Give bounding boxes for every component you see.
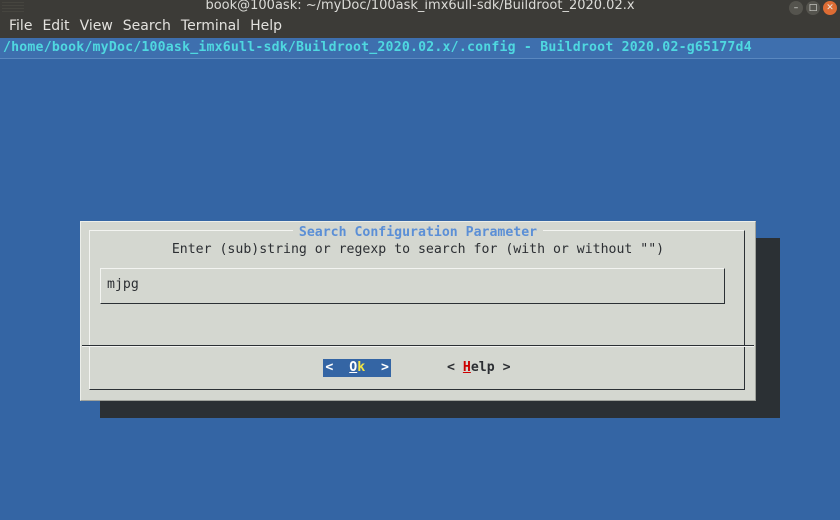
window-title: book@100ask: ~/myDoc/100ask_imx6ull-sdk/… — [205, 0, 635, 13]
ok-spacer — [333, 360, 349, 375]
help-label-rest: elp — [470, 360, 495, 375]
ok-close-bracket: > — [381, 360, 389, 375]
close-icon: ✕ — [826, 2, 834, 13]
close-button[interactable]: ✕ — [823, 0, 837, 15]
help-spacer-right — [495, 360, 503, 375]
dialog-prompt-text: Enter (sub)string or regexp to search fo… — [171, 242, 665, 257]
menuconfig-header-bar: /home/book/myDoc/100ask_imx6ull-sdk/Buil… — [0, 38, 840, 59]
menu-item-terminal[interactable]: Terminal — [180, 17, 249, 36]
search-input[interactable]: mjpg — [100, 268, 725, 304]
ok-button[interactable]: < Ok > — [323, 359, 391, 377]
dialog-separator — [82, 345, 754, 347]
search-input-value: mjpg — [107, 277, 139, 292]
menu-item-edit[interactable]: Edit — [41, 17, 78, 36]
window-controls: – □ ✕ — [789, 0, 837, 15]
search-configuration-dialog: Search Configuration Parameter Enter (su… — [80, 221, 756, 401]
menu-item-view[interactable]: View — [79, 17, 122, 36]
maximize-icon: □ — [808, 2, 818, 13]
dialog-title: Search Configuration Parameter — [81, 224, 755, 240]
help-spacer — [455, 360, 463, 375]
menubar: File Edit View Search Terminal Help — [0, 15, 840, 38]
minimize-button[interactable]: – — [789, 0, 803, 15]
dialog-title-text: Search Configuration Parameter — [292, 225, 544, 240]
ok-spacer-right — [365, 360, 381, 375]
menuconfig-screen: /home/book/myDoc/100ask_imx6ull-sdk/Buil… — [0, 38, 840, 520]
help-open-bracket: < — [447, 360, 455, 375]
maximize-button[interactable]: □ — [806, 0, 820, 15]
help-accel-char: H — [462, 360, 471, 375]
menu-item-file[interactable]: File — [8, 17, 41, 36]
menu-item-search[interactable]: Search — [122, 17, 180, 36]
menuconfig-config-path: /home/book/myDoc/100ask_imx6ull-sdk/Buil… — [3, 40, 752, 55]
dialog-button-row: < Ok > < Help > — [81, 358, 755, 378]
help-button[interactable]: < Help > — [445, 359, 513, 377]
window-titlebar[interactable]: book@100ask: ~/myDoc/100ask_imx6ull-sdk/… — [0, 0, 840, 15]
ok-label-rest: k — [357, 360, 366, 375]
minimize-icon: – — [793, 2, 799, 13]
menu-item-help[interactable]: Help — [249, 17, 291, 36]
help-close-bracket: > — [502, 360, 511, 375]
terminal-window: book@100ask: ~/myDoc/100ask_imx6ull-sdk/… — [0, 0, 840, 520]
ok-accel-char: O — [349, 360, 358, 375]
